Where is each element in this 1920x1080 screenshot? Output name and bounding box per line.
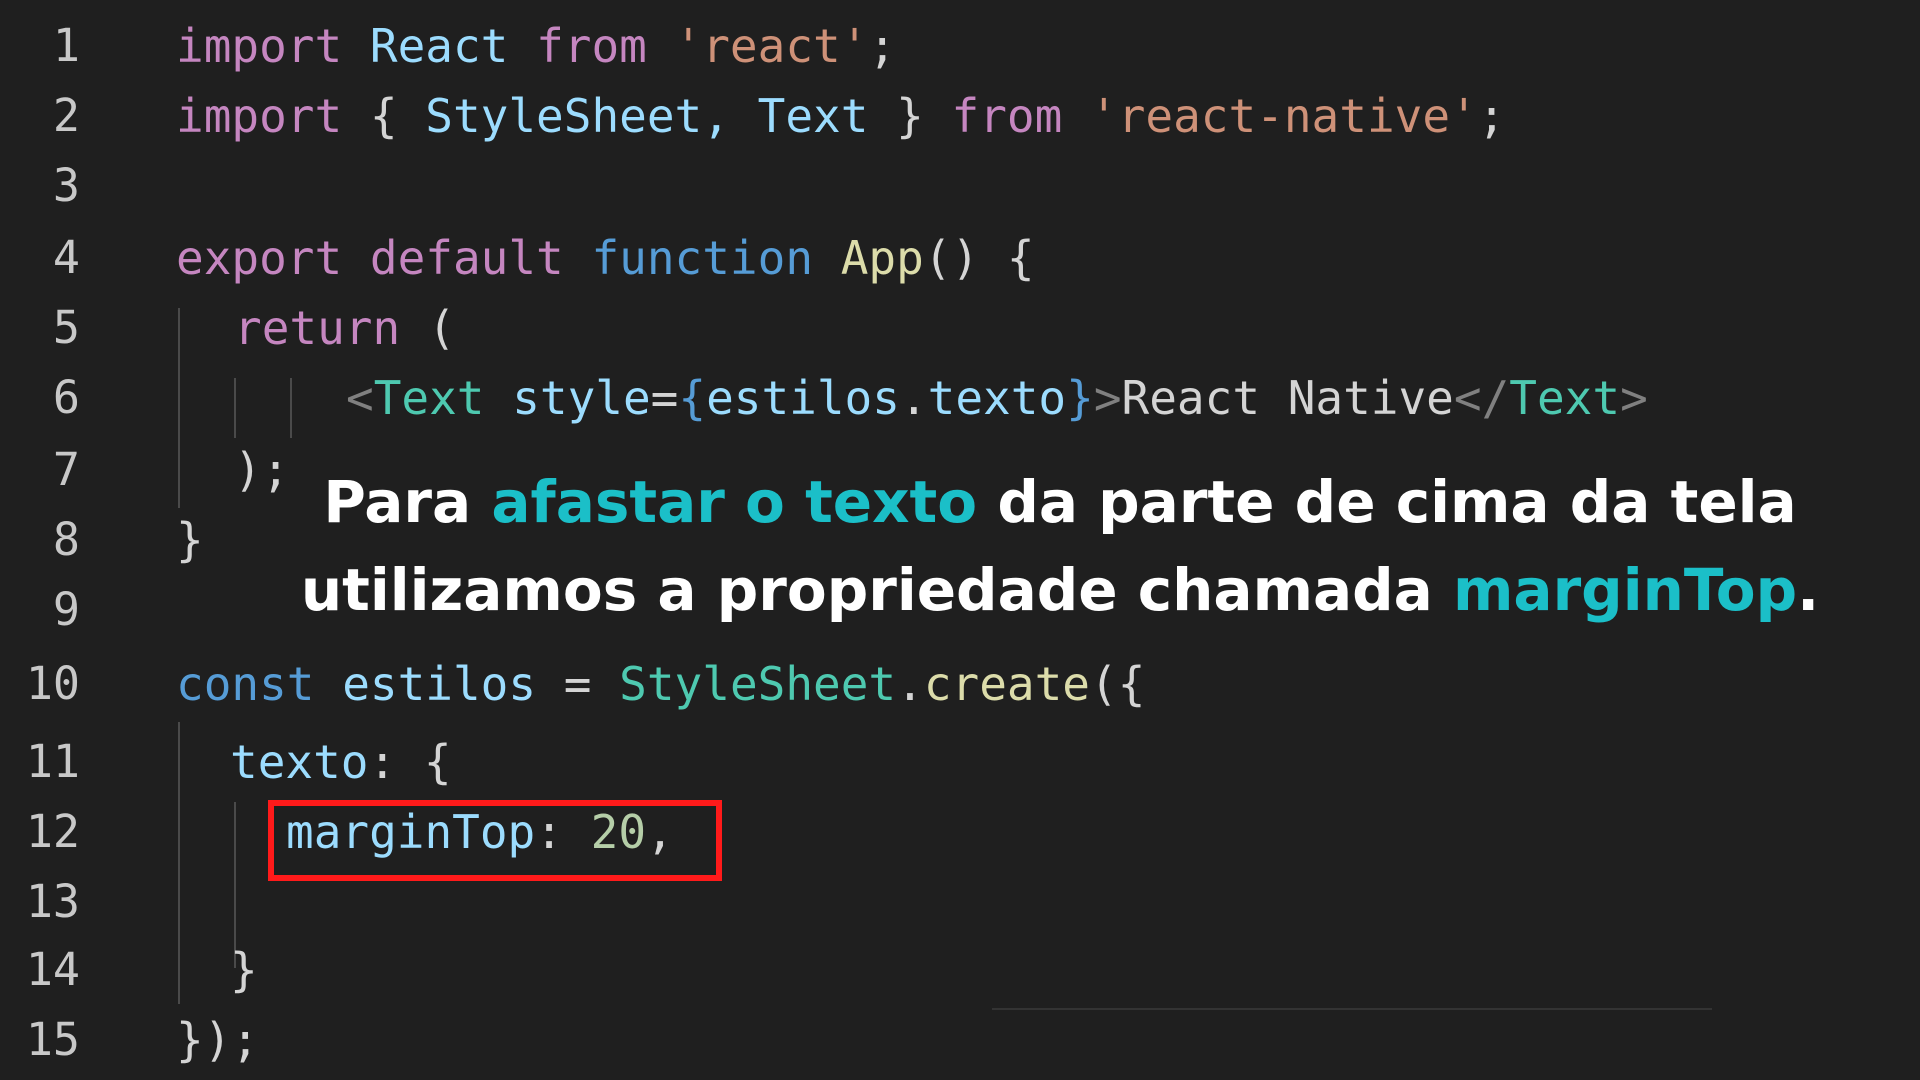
indent-guide bbox=[178, 722, 180, 1004]
keyword: import bbox=[176, 19, 343, 73]
indent-guide bbox=[178, 308, 180, 508]
punctuation: } bbox=[176, 513, 204, 567]
punctuation: { bbox=[1117, 657, 1146, 711]
keyword: export bbox=[176, 231, 343, 285]
punctuation: ; bbox=[1477, 89, 1506, 143]
function-name: App bbox=[840, 231, 924, 285]
line-number: 12 bbox=[25, 805, 80, 858]
caption-text: utilizamos a propriedade chamada bbox=[300, 556, 1453, 624]
code-line-4[interactable]: export default function App() { bbox=[176, 228, 1035, 288]
indent-guide bbox=[234, 378, 236, 438]
punctuation: > bbox=[1093, 371, 1122, 425]
code-line-5[interactable]: return ( bbox=[234, 298, 456, 358]
line-number: 10 bbox=[25, 657, 80, 710]
identifier: estilos bbox=[342, 657, 537, 711]
code-line-10[interactable]: const estilos = StyleSheet.create({ bbox=[176, 654, 1145, 714]
indent-guide bbox=[290, 378, 292, 438]
punctuation: } bbox=[896, 89, 924, 143]
string: 'react' bbox=[674, 19, 869, 73]
code-line-6[interactable]: <Text style={estilos.texto}>React Native… bbox=[346, 368, 1648, 428]
line-number: 2 bbox=[52, 89, 80, 142]
identifier: StyleSheet, bbox=[425, 89, 730, 143]
code-line-8[interactable]: } bbox=[176, 510, 204, 570]
jsx-tag: Text bbox=[373, 371, 485, 425]
caption-text: Para bbox=[323, 468, 492, 536]
punctuation: { bbox=[423, 735, 452, 789]
punctuation: ; bbox=[231, 1013, 260, 1067]
caption-accent: marginTop bbox=[1453, 556, 1798, 624]
line-number: 9 bbox=[52, 583, 80, 636]
line-number: 15 bbox=[25, 1013, 80, 1066]
code-line-1[interactable]: import React from 'react'; bbox=[176, 16, 896, 76]
caption-line-1: Para afastar o texto da parte de cima da… bbox=[240, 458, 1880, 546]
keyword: return bbox=[234, 301, 401, 355]
line-number: 11 bbox=[25, 735, 80, 788]
code-editor: 1 2 3 4 5 6 7 8 9 10 11 12 13 14 15 impo… bbox=[0, 0, 1920, 1080]
caption-overlay: Para afastar o texto da parte de cima da… bbox=[240, 458, 1880, 634]
punctuation: = bbox=[650, 371, 679, 425]
identifier: texto bbox=[927, 371, 1067, 425]
punctuation: { bbox=[369, 89, 398, 143]
punctuation: ( bbox=[1090, 657, 1118, 711]
line-number: 7 bbox=[52, 443, 80, 496]
caption-text: . bbox=[1797, 556, 1820, 624]
punctuation: < bbox=[346, 371, 374, 425]
line-number: 1 bbox=[52, 19, 80, 72]
line-number: 13 bbox=[25, 875, 80, 928]
identifier: estilos bbox=[706, 371, 900, 425]
line-number: 3 bbox=[52, 159, 80, 212]
line-number: 5 bbox=[52, 301, 80, 354]
code-line-11[interactable]: texto: { bbox=[230, 732, 452, 792]
code-line-15[interactable]: }); bbox=[176, 1010, 259, 1070]
punctuation: : bbox=[368, 735, 397, 789]
keyword: from bbox=[951, 89, 1063, 143]
jsx-tag: Text bbox=[1509, 371, 1621, 425]
punctuation: } bbox=[176, 1013, 204, 1067]
line-number: 8 bbox=[52, 513, 80, 566]
punctuation: > bbox=[1620, 371, 1648, 425]
punctuation: ; bbox=[868, 19, 897, 73]
code-line-2[interactable]: import { StyleSheet, Text } from 'react-… bbox=[176, 86, 1505, 146]
identifier: Text bbox=[757, 89, 869, 143]
caption-accent: afastar o texto bbox=[491, 468, 978, 536]
code-line-14[interactable]: } bbox=[230, 940, 258, 1000]
line-number: 4 bbox=[52, 231, 80, 284]
jsx-attribute: style bbox=[512, 371, 651, 425]
identifier: React bbox=[369, 19, 509, 73]
keyword: function bbox=[591, 231, 814, 285]
punctuation: } bbox=[230, 943, 258, 997]
caption-text: da parte de cima da tela bbox=[977, 468, 1797, 536]
identifier: StyleSheet bbox=[619, 657, 897, 711]
punctuation: () bbox=[923, 231, 980, 285]
line-number: 14 bbox=[25, 943, 80, 996]
keyword: default bbox=[369, 231, 564, 285]
punctuation: { bbox=[678, 371, 707, 425]
punctuation: { bbox=[1006, 231, 1035, 285]
keyword: import bbox=[176, 89, 343, 143]
highlight-box bbox=[268, 800, 722, 881]
punctuation: </ bbox=[1453, 371, 1510, 425]
method-name: create bbox=[923, 657, 1090, 711]
property: texto bbox=[230, 735, 369, 789]
keyword: from bbox=[536, 19, 647, 73]
punctuation: } bbox=[1066, 371, 1094, 425]
punctuation: . bbox=[899, 371, 928, 425]
caption-line-2: utilizamos a propriedade chamada marginT… bbox=[240, 546, 1880, 634]
keyword: const bbox=[176, 657, 315, 711]
punctuation: = bbox=[563, 657, 592, 711]
punctuation: ( bbox=[427, 301, 456, 355]
jsx-text: React Native bbox=[1121, 371, 1454, 425]
punctuation: ) bbox=[203, 1013, 232, 1067]
string: 'react-native' bbox=[1090, 89, 1478, 143]
divider bbox=[992, 1008, 1712, 1010]
punctuation: . bbox=[896, 657, 924, 711]
line-number: 6 bbox=[52, 371, 80, 424]
